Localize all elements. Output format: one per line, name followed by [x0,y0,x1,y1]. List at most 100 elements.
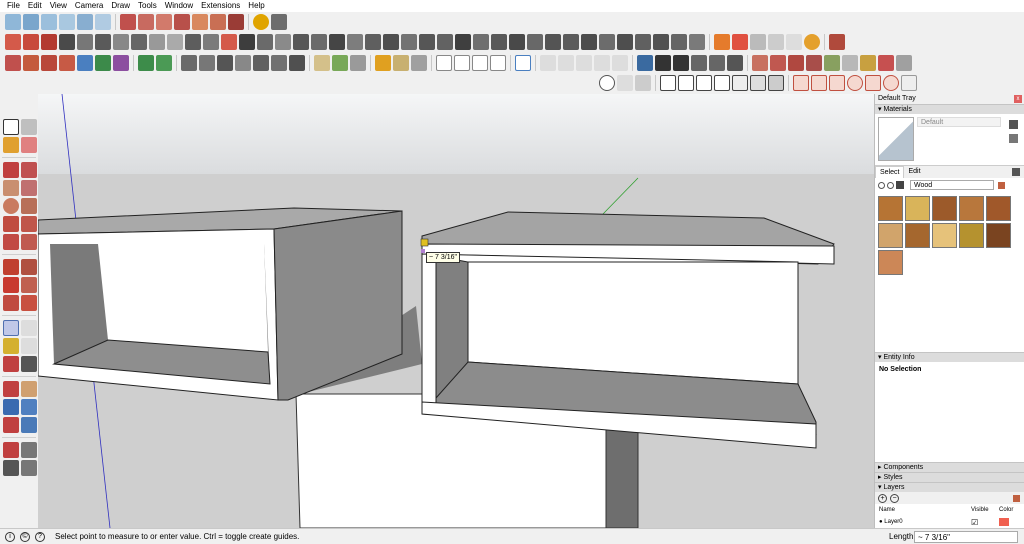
add-detail-icon[interactable] [239,34,255,50]
shaded-textures-icon[interactable] [750,75,766,91]
axes-icon[interactable] [95,34,111,50]
cube-a-icon[interactable] [375,55,391,71]
menu-draw[interactable]: Draw [107,0,134,12]
extension-u-icon[interactable] [653,34,669,50]
render-d-icon[interactable] [806,55,822,71]
extension-a-icon[interactable] [293,34,309,50]
smoove-icon[interactable] [185,34,201,50]
stamp-icon[interactable] [203,34,219,50]
remove-layer-button[interactable]: − [890,493,899,503]
material-swatch[interactable] [905,223,930,248]
forward-arrow-icon[interactable] [887,181,894,189]
component-c-icon[interactable] [217,55,233,71]
intersect-b-icon[interactable] [558,55,574,71]
add-layer-button[interactable]: + [878,493,887,503]
material-swatch[interactable] [878,223,903,248]
extension-c-icon[interactable] [329,34,345,50]
extension-n-icon[interactable] [527,34,543,50]
component-a-icon[interactable] [181,55,197,71]
render-h-icon[interactable] [878,55,894,71]
components-header[interactable]: ▸ Components [875,462,1024,472]
entity-info-header[interactable]: ▾ Entity Info [875,352,1024,362]
layer-visible-checkbox[interactable]: ☑ [971,518,999,527]
material-swatch[interactable] [959,196,984,221]
render-g-icon[interactable] [860,55,876,71]
top-view-icon[interactable] [23,14,39,30]
solid-subtract-icon[interactable] [210,14,226,30]
scale-icon[interactable] [3,295,19,311]
extension-s-icon[interactable] [617,34,633,50]
line-a-icon[interactable] [436,55,452,71]
shape-bender-icon[interactable] [314,55,330,71]
create-material-icon[interactable] [1009,134,1018,143]
solid-union-icon[interactable] [192,14,208,30]
extension-d-icon[interactable] [347,34,363,50]
fredo-e-icon[interactable] [77,55,93,71]
extension-e-icon[interactable] [365,34,381,50]
shadow-a-icon[interactable] [793,75,809,91]
line-b-icon[interactable] [454,55,470,71]
render-i-icon[interactable] [896,55,912,71]
curve-a-icon[interactable] [515,55,531,71]
rotated-rect-icon[interactable] [21,180,37,196]
wireframe-icon[interactable] [696,75,712,91]
section-small-icon[interactable] [21,460,37,476]
arc-icon[interactable] [5,34,21,50]
render-c-icon[interactable] [788,55,804,71]
make-component-icon[interactable] [21,119,37,135]
material-swatch[interactable] [959,223,984,248]
menu-tools[interactable]: Tools [134,0,161,12]
stop-icon[interactable] [750,34,766,50]
material-name-field[interactable]: Default [917,117,1001,127]
drape-icon[interactable] [221,34,237,50]
material-swatch[interactable] [878,196,903,221]
fredo-c-icon[interactable] [41,55,57,71]
eraser-icon[interactable] [21,137,37,153]
circle-icon[interactable] [3,198,19,214]
zoom-icon[interactable] [3,399,19,415]
home-icon[interactable] [896,181,904,189]
extension-p-icon[interactable] [563,34,579,50]
extension-g-icon[interactable] [401,34,417,50]
menu-help[interactable]: Help [244,0,268,12]
material-swatch[interactable] [905,196,930,221]
fredo-g-icon[interactable] [113,55,129,71]
back-arrow-icon[interactable] [878,181,885,189]
extension-h-icon[interactable] [419,34,435,50]
curviloft-icon[interactable] [138,55,154,71]
measure-icon[interactable] [59,34,75,50]
record-icon[interactable] [732,34,748,50]
pan-icon[interactable] [21,381,37,397]
3d-text-icon[interactable] [131,34,147,50]
component-d-icon[interactable] [235,55,251,71]
fredo-d-icon[interactable] [59,55,75,71]
section-plane-icon[interactable] [120,14,136,30]
photo-match-icon[interactable] [637,55,653,71]
materials-header[interactable]: ▾ Materials [875,104,1024,114]
orbit-icon[interactable] [3,381,19,397]
sample-paint-icon[interactable] [1009,120,1018,129]
check-icon[interactable] [599,75,615,91]
fredo-a-icon[interactable] [5,55,21,71]
tape-measure-icon[interactable] [3,320,19,336]
left-view-icon[interactable] [95,14,111,30]
shadow-b-icon[interactable] [811,75,827,91]
extension-j-icon[interactable] [455,34,471,50]
menu-window[interactable]: Window [161,0,197,12]
material-swatch[interactable] [986,223,1011,248]
tray-close-button[interactable]: x [1014,95,1022,103]
xray-icon[interactable] [660,75,676,91]
rotate-icon[interactable] [3,277,19,293]
warehouse-icon[interactable] [253,14,269,30]
component-b-icon[interactable] [199,55,215,71]
text-icon[interactable] [113,34,129,50]
extension-b-icon[interactable] [311,34,327,50]
two-point-arc-icon[interactable] [21,216,37,232]
fredo-b-icon[interactable] [23,55,39,71]
menu-extensions[interactable]: Extensions [197,0,244,12]
geo-status-icon[interactable]: i [5,531,15,542]
material-swatch[interactable] [878,250,903,275]
extension-o-icon[interactable] [545,34,561,50]
3d-text-small-icon[interactable] [21,356,37,372]
shaded-icon[interactable] [732,75,748,91]
